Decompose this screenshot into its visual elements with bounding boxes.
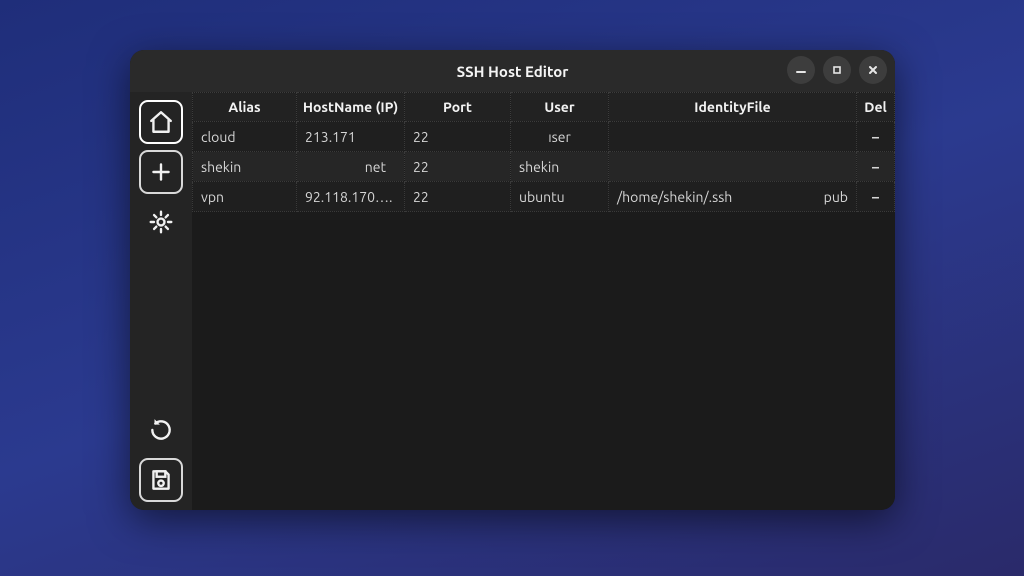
cell-port[interactable]: 22 xyxy=(405,122,511,152)
table-row[interactable]: cloud 213.171 22 ıser – xyxy=(193,122,895,152)
sidebar-reload-button[interactable] xyxy=(139,408,183,452)
close-icon xyxy=(867,64,879,76)
home-icon xyxy=(148,109,174,135)
maximize-button[interactable] xyxy=(823,56,851,84)
sidebar-settings-button[interactable] xyxy=(139,200,183,244)
cell-alias[interactable]: vpn xyxy=(193,182,297,212)
plus-icon xyxy=(148,159,174,185)
sidebar-save-button[interactable] xyxy=(139,458,183,502)
save-icon xyxy=(148,467,174,493)
cell-identityfile-suffix: pub xyxy=(824,189,848,205)
gear-icon xyxy=(148,209,174,235)
minimize-button[interactable] xyxy=(787,56,815,84)
cell-identityfile[interactable] xyxy=(609,152,857,182)
col-header-alias[interactable]: Alias xyxy=(193,93,297,122)
delete-row-button[interactable]: – xyxy=(857,152,895,182)
col-header-hostname[interactable]: HostName (IP) xyxy=(297,93,405,122)
sidebar xyxy=(130,92,192,510)
main-panel: Alias HostName (IP) Port User IdentityFi… xyxy=(192,92,895,510)
maximize-icon xyxy=(831,64,843,76)
window-body: Alias HostName (IP) Port User IdentityFi… xyxy=(130,92,895,510)
sidebar-add-button[interactable] xyxy=(139,150,183,194)
cell-alias[interactable]: shekin xyxy=(193,152,297,182)
cell-hostname[interactable]: 213.171 xyxy=(297,122,405,152)
cell-alias[interactable]: cloud xyxy=(193,122,297,152)
table-row[interactable]: vpn 92.118.170…. 22 ubuntu /home/shekin/… xyxy=(193,182,895,212)
cell-user[interactable]: ıser xyxy=(511,122,609,152)
cell-identityfile-path: /home/shekin/.ssh xyxy=(617,189,732,205)
titlebar: SSH Host Editor xyxy=(130,50,895,92)
sidebar-home-button[interactable] xyxy=(139,100,183,144)
close-button[interactable] xyxy=(859,56,887,84)
cell-hostname[interactable]: net xyxy=(297,152,405,182)
reload-icon xyxy=(148,417,174,443)
cell-port[interactable]: 22 xyxy=(405,152,511,182)
cell-port[interactable]: 22 xyxy=(405,182,511,212)
cell-user[interactable]: ubuntu xyxy=(511,182,609,212)
col-header-del[interactable]: Del xyxy=(857,93,895,122)
cell-user[interactable]: shekin xyxy=(511,152,609,182)
col-header-user[interactable]: User xyxy=(511,93,609,122)
hosts-table: Alias HostName (IP) Port User IdentityFi… xyxy=(192,92,895,212)
cell-identityfile[interactable]: /home/shekin/.ssh pub xyxy=(609,182,857,212)
table-header-row: Alias HostName (IP) Port User IdentityFi… xyxy=(193,93,895,122)
col-header-port[interactable]: Port xyxy=(405,93,511,122)
window-controls xyxy=(787,56,887,84)
window-title: SSH Host Editor xyxy=(130,63,895,80)
cell-hostname[interactable]: 92.118.170…. xyxy=(297,182,405,212)
table-row[interactable]: shekin net 22 shekin – xyxy=(193,152,895,182)
cell-identityfile[interactable] xyxy=(609,122,857,152)
col-header-identityfile[interactable]: IdentityFile xyxy=(609,93,857,122)
delete-row-button[interactable]: – xyxy=(857,182,895,212)
app-window: SSH Host Editor xyxy=(130,50,895,510)
delete-row-button[interactable]: – xyxy=(857,122,895,152)
minimize-icon xyxy=(795,64,807,76)
